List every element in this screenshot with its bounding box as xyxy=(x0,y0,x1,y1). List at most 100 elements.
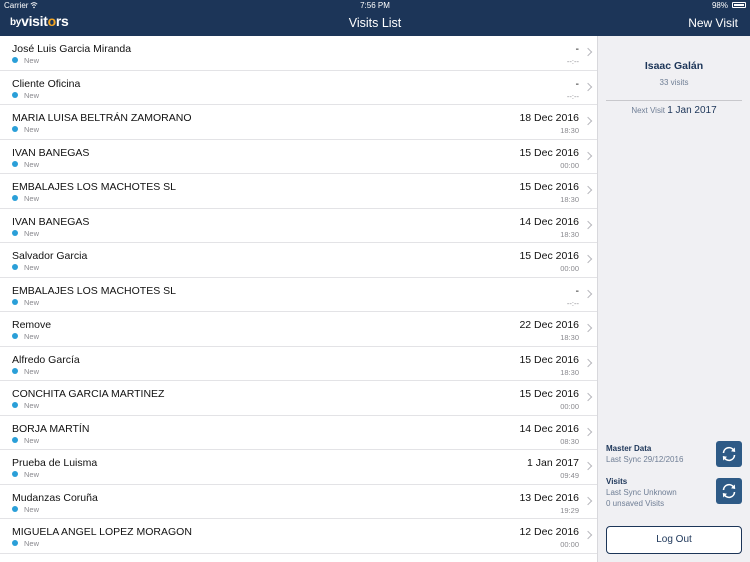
page-title: Visits List xyxy=(348,16,402,30)
chevron-right-icon xyxy=(583,151,593,160)
visit-name: Salvador Garcia xyxy=(12,250,88,262)
user-name: Isaac Galán xyxy=(644,60,704,72)
status-dot xyxy=(12,505,18,512)
visit-name: Mudanzas Coruña xyxy=(12,491,98,504)
status-dot xyxy=(12,333,18,339)
visit-date: 15 Dec 2016 xyxy=(519,353,579,366)
visit-status: New xyxy=(24,194,40,203)
visit-time: 18:30 xyxy=(560,195,579,204)
visit-status: New xyxy=(24,401,40,410)
battery-icon xyxy=(732,2,746,8)
clock: 7:56 PM xyxy=(360,1,390,10)
status-dot xyxy=(12,471,18,477)
visit-name: CONCHITA GARCIA MARTINEZ xyxy=(12,388,165,400)
visit-name: IVAN BANEGAS xyxy=(12,215,90,228)
visit-row[interactable]: MARIA LUISA BELTRÁN ZAMORANO New 18 Dec 20… xyxy=(0,105,597,140)
visit-date: 22 Dec 2016 xyxy=(519,319,579,331)
status-bar: Carrier 7:56 PM 98% xyxy=(0,0,750,11)
status-dot xyxy=(12,298,18,305)
chevron-right-icon xyxy=(583,530,593,540)
visit-time: 00:00 xyxy=(560,264,579,273)
visit-row[interactable]: EMBALAJES LOS MACHOTES SL New 15 Dec 2016 1… xyxy=(0,174,597,209)
visit-date: 15 Dec 2016 xyxy=(519,146,579,159)
visit-date: - xyxy=(575,77,580,90)
visit-date: 12 Dec 2016 xyxy=(519,526,579,538)
status-dot xyxy=(12,126,18,132)
chevron-right-icon xyxy=(583,82,593,91)
visit-count: 33 visits xyxy=(659,78,689,87)
next-visit: Next Visit 1 Jan 2017 xyxy=(598,105,750,116)
status-dot xyxy=(12,229,18,236)
chevron-right-icon xyxy=(583,116,593,126)
visit-name: Remove xyxy=(12,319,52,331)
visit-time: 18:30 xyxy=(560,333,579,342)
status-dot xyxy=(12,540,18,546)
logout-button[interactable]: Log Out xyxy=(606,526,742,554)
chevron-right-icon xyxy=(583,392,593,402)
status-dot xyxy=(12,91,18,98)
visit-row[interactable]: EMBALAJES LOS MACHOTES SL New - --:-- xyxy=(0,278,597,312)
visits-list[interactable]: José Luis Garcia Miranda New - --:-- Cliente… xyxy=(0,36,598,562)
visit-date: 14 Dec 2016 xyxy=(519,422,579,435)
visit-status: New xyxy=(24,366,40,376)
sidebar: Isaac Galán 33 visits Next Visit 1 Jan 2… xyxy=(598,36,750,562)
visit-date: - xyxy=(575,43,580,55)
visit-name: EMBALAJES LOS MACHOTES SL xyxy=(12,181,176,193)
chevron-right-icon xyxy=(583,496,593,505)
status-dot xyxy=(12,160,18,167)
visits-sync-button[interactable] xyxy=(716,478,742,504)
chevron-right-icon xyxy=(583,220,593,229)
new-visit-button[interactable]: New Visit xyxy=(688,16,738,30)
visit-row[interactable]: Mudanzas Coruña New 13 Dec 2016 19:29 xyxy=(0,485,597,519)
chevron-right-icon xyxy=(583,47,593,57)
visit-row[interactable]: Alfredo García New 15 Dec 2016 18:30 xyxy=(0,347,597,381)
visit-row[interactable]: IVAN BANEGAS New 14 Dec 2016 18:30 xyxy=(0,209,597,243)
visit-status: New xyxy=(24,435,40,445)
master-data-sync-button[interactable] xyxy=(716,441,742,467)
visit-status: New xyxy=(24,56,40,65)
visit-date: 18 Dec 2016 xyxy=(519,112,579,124)
divider xyxy=(606,100,742,101)
visit-status: New xyxy=(24,125,40,134)
status-dot xyxy=(12,367,18,374)
visit-status: New xyxy=(24,263,40,272)
navigation-bar: Carrier 7:56 PM 98% byvisitors Visits Li… xyxy=(0,0,750,36)
visit-status: New xyxy=(24,228,40,238)
visit-time: 00:00 xyxy=(560,160,579,170)
visit-row[interactable]: CONCHITA GARCIA MARTINEZ New 15 Dec 2016 00… xyxy=(0,381,597,416)
visit-name: MARIA LUISA BELTRÁN ZAMORANO xyxy=(12,112,192,124)
visit-time: 18:30 xyxy=(560,367,579,377)
chevron-right-icon xyxy=(583,358,593,367)
chevron-right-icon xyxy=(583,185,593,195)
next-visit-date: 1 Jan 2017 xyxy=(667,105,717,116)
visit-row[interactable]: José Luis Garcia Miranda New - --:-- xyxy=(0,36,597,71)
chevron-right-icon xyxy=(583,289,593,298)
visit-status: New xyxy=(24,297,40,307)
visit-row[interactable]: Cliente Oficina New - --:-- xyxy=(0,71,597,105)
visit-row[interactable]: BORJA MARTÍN New 14 Dec 2016 08:30 xyxy=(0,416,597,450)
sync-icon xyxy=(722,446,736,462)
visit-name: BORJA MARTÍN xyxy=(12,422,90,435)
status-dot xyxy=(12,195,18,201)
visit-status: New xyxy=(24,90,40,100)
visit-time: 18:30 xyxy=(560,229,579,239)
visit-status: New xyxy=(24,159,40,169)
visit-row[interactable]: Prueba de Luisma New 1 Jan 2017 09:49 xyxy=(0,450,597,485)
visit-row[interactable]: Salvador Garcia New 15 Dec 2016 00:00 xyxy=(0,243,597,278)
visit-name: EMBALAJES LOS MACHOTES SL xyxy=(12,284,176,297)
visit-row[interactable]: Remove New 22 Dec 2016 18:30 xyxy=(0,312,597,347)
visit-time: 00:00 xyxy=(560,402,579,411)
visit-name: Alfredo García xyxy=(12,353,80,366)
visit-name: Cliente Oficina xyxy=(12,77,81,90)
visit-time: 18:30 xyxy=(560,126,579,135)
sync-icon xyxy=(722,483,736,499)
chevron-right-icon xyxy=(583,461,593,471)
visit-date: - xyxy=(575,284,580,297)
visit-name: José Luis Garcia Miranda xyxy=(12,43,132,55)
visit-status: New xyxy=(24,470,40,479)
visit-row[interactable]: MIGUELA ANGEL LOPEZ MORAGON New 12 Dec 201… xyxy=(0,519,597,554)
visit-date: 14 Dec 2016 xyxy=(519,215,579,228)
chevron-right-icon xyxy=(583,323,593,333)
visit-row[interactable]: IVAN BANEGAS New 15 Dec 2016 00:00 xyxy=(0,140,597,174)
visit-name: Prueba de Luisma xyxy=(12,457,98,469)
